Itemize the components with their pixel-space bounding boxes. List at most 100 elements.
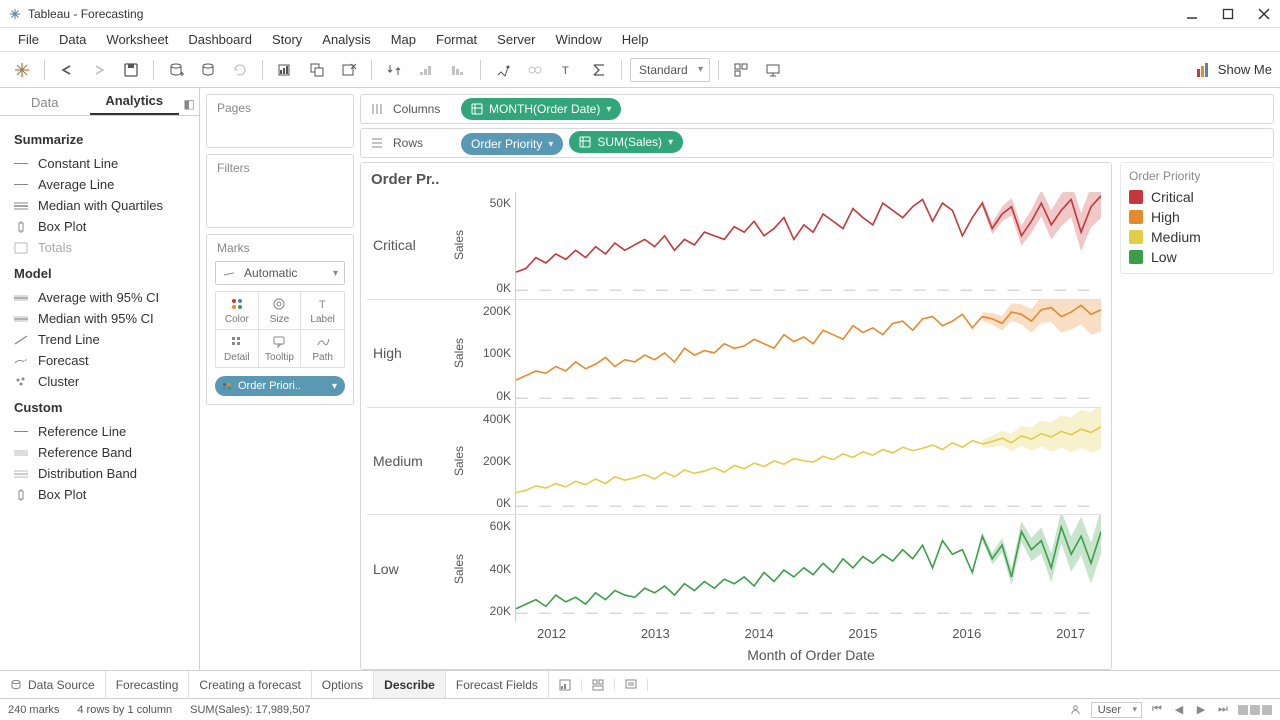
analytics-average-with-95-ci[interactable]: Average with 95% CI bbox=[0, 287, 199, 308]
refresh-button[interactable] bbox=[226, 56, 254, 84]
sheet-tab-forecasting[interactable]: Forecasting bbox=[106, 671, 190, 698]
analytics-cluster[interactable]: Cluster bbox=[0, 371, 199, 392]
labels-button[interactable]: T bbox=[553, 56, 581, 84]
nav-next-icon[interactable]: ▶ bbox=[1194, 703, 1208, 717]
menu-map[interactable]: Map bbox=[381, 30, 426, 49]
facet-plot[interactable] bbox=[515, 300, 1101, 407]
swap-button[interactable] bbox=[380, 56, 408, 84]
marks-path[interactable]: Path bbox=[301, 330, 344, 367]
menu-worksheet[interactable]: Worksheet bbox=[96, 30, 178, 49]
analytics-forecast[interactable]: Forecast bbox=[0, 350, 199, 371]
sort-asc-button[interactable] bbox=[412, 56, 440, 84]
new-story-tab-button[interactable] bbox=[615, 679, 648, 691]
analytics-reference-line[interactable]: Reference Line bbox=[0, 421, 199, 442]
label-icon: T bbox=[316, 296, 330, 312]
analytics-box-plot[interactable]: Box Plot bbox=[0, 484, 199, 505]
data-source-tab[interactable]: Data Source bbox=[0, 671, 106, 698]
pill-sum-sales-[interactable]: SUM(Sales)▾ bbox=[569, 131, 683, 153]
sheet-tab-describe[interactable]: Describe bbox=[374, 671, 446, 698]
nav-last-icon[interactable]: ⏭ bbox=[1216, 703, 1230, 717]
analytics-reference-band[interactable]: Reference Band bbox=[0, 442, 199, 463]
minimize-button[interactable] bbox=[1184, 6, 1200, 22]
marks-detail[interactable]: Detail bbox=[216, 330, 259, 367]
nav-prev-icon[interactable]: ◀ bbox=[1172, 703, 1186, 717]
analytics-median-with-quartiles[interactable]: Median with Quartiles bbox=[0, 195, 199, 216]
undo-button[interactable] bbox=[53, 56, 81, 84]
legend-item-medium[interactable]: Medium bbox=[1129, 227, 1265, 247]
show-me-button[interactable]: Show Me bbox=[1196, 62, 1272, 78]
menu-story[interactable]: Story bbox=[262, 30, 312, 49]
tab-data[interactable]: Data bbox=[0, 90, 90, 115]
highlight-button[interactable] bbox=[489, 56, 517, 84]
new-dashboard-tab-button[interactable] bbox=[582, 679, 615, 691]
sort-desc-button[interactable] bbox=[444, 56, 472, 84]
titlebar: Tableau - Forecasting bbox=[0, 0, 1280, 28]
duplicate-button[interactable] bbox=[303, 56, 331, 84]
new-data-button[interactable] bbox=[162, 56, 190, 84]
marks-color-pill[interactable]: Order Priori.. ▾ bbox=[215, 376, 345, 396]
menu-data[interactable]: Data bbox=[49, 30, 96, 49]
view-mode-icons[interactable] bbox=[1238, 705, 1272, 715]
pause-updates-button[interactable] bbox=[194, 56, 222, 84]
sheet-tab-creating-a-forecast[interactable]: Creating a forecast bbox=[189, 671, 311, 698]
facet-plot[interactable] bbox=[515, 408, 1101, 515]
svg-text:T: T bbox=[562, 65, 569, 77]
fit-mode-combo[interactable]: Standard bbox=[630, 58, 710, 82]
marks-type-combo[interactable]: Automatic bbox=[215, 261, 345, 285]
close-button[interactable] bbox=[1256, 6, 1272, 22]
user-combo[interactable]: User bbox=[1091, 702, 1142, 718]
show-cards-button[interactable] bbox=[727, 56, 755, 84]
analytics-constant-line[interactable]: Constant Line bbox=[0, 153, 199, 174]
menu-format[interactable]: Format bbox=[426, 30, 487, 49]
totals-button[interactable] bbox=[585, 56, 613, 84]
box-icon bbox=[14, 220, 28, 234]
sheet-tab-options[interactable]: Options bbox=[312, 671, 374, 698]
sheet-tab-forecast-fields[interactable]: Forecast Fields bbox=[446, 671, 549, 698]
filters-card[interactable]: Filters bbox=[206, 154, 354, 228]
analytics-box-plot[interactable]: Box Plot bbox=[0, 216, 199, 237]
new-worksheet-tab-button[interactable] bbox=[549, 679, 582, 691]
rows-shelf[interactable]: Rows Order Priority▾SUM(Sales)▾ bbox=[360, 128, 1274, 158]
marks-color[interactable]: Color bbox=[216, 292, 259, 330]
analytics-totals[interactable]: Totals bbox=[0, 237, 199, 258]
analytics-trend-line[interactable]: Trend Line bbox=[0, 329, 199, 350]
tableau-icon[interactable] bbox=[8, 56, 36, 84]
tab-analytics[interactable]: Analytics bbox=[90, 88, 180, 115]
nav-first-icon[interactable]: ⏮ bbox=[1150, 703, 1164, 717]
facet-plot[interactable] bbox=[515, 192, 1101, 299]
columns-icon bbox=[361, 102, 393, 116]
analytics-median-with-95-ci[interactable]: Median with 95% CI bbox=[0, 308, 199, 329]
menu-server[interactable]: Server bbox=[487, 30, 545, 49]
path-icon bbox=[316, 334, 330, 350]
size-icon bbox=[272, 296, 286, 312]
caret-icon: ▾ bbox=[606, 104, 611, 115]
menu-window[interactable]: Window bbox=[545, 30, 611, 49]
pill-month-order-date-[interactable]: MONTH(Order Date)▾ bbox=[461, 98, 621, 120]
marks-label[interactable]: TLabel bbox=[301, 292, 344, 330]
menu-file[interactable]: File bbox=[8, 30, 49, 49]
legend-item-low[interactable]: Low bbox=[1129, 247, 1265, 267]
legend-swatch bbox=[1129, 190, 1143, 204]
analytics-average-line[interactable]: Average Line bbox=[0, 174, 199, 195]
redo-button[interactable] bbox=[85, 56, 113, 84]
pages-card[interactable]: Pages bbox=[206, 94, 354, 148]
legend-item-critical[interactable]: Critical bbox=[1129, 187, 1265, 207]
clear-button[interactable] bbox=[335, 56, 363, 84]
columns-shelf[interactable]: Columns MONTH(Order Date)▾ bbox=[360, 94, 1274, 124]
marks-tooltip[interactable]: Tooltip bbox=[259, 330, 302, 367]
caret-icon: ▾ bbox=[668, 137, 673, 148]
new-worksheet-button[interactable] bbox=[271, 56, 299, 84]
save-button[interactable] bbox=[117, 56, 145, 84]
group-button[interactable] bbox=[521, 56, 549, 84]
marks-size[interactable]: Size bbox=[259, 292, 302, 330]
menu-help[interactable]: Help bbox=[612, 30, 659, 49]
presentation-button[interactable] bbox=[759, 56, 787, 84]
menu-analysis[interactable]: Analysis bbox=[312, 30, 380, 49]
pill-order-priority[interactable]: Order Priority▾ bbox=[461, 133, 563, 155]
menu-dashboard[interactable]: Dashboard bbox=[178, 30, 262, 49]
facet-plot[interactable] bbox=[515, 515, 1101, 622]
analytics-distribution-band[interactable]: Distribution Band bbox=[0, 463, 199, 484]
maximize-button[interactable] bbox=[1220, 6, 1236, 22]
pin-icon[interactable]: ◧ bbox=[179, 97, 199, 115]
legend-item-high[interactable]: High bbox=[1129, 207, 1265, 227]
